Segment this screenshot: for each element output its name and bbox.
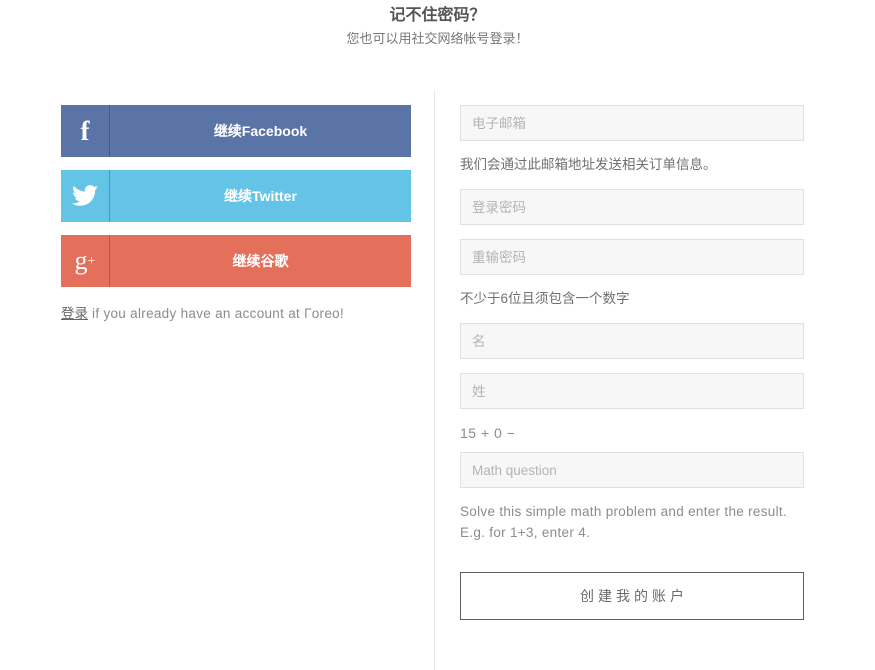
google-plus-icon: g+ <box>61 235 110 287</box>
social-login-column: f 继续Facebook 继续Twitter g+ 继续谷歌 登录 if you… <box>61 105 411 324</box>
password-input[interactable] <box>460 189 804 225</box>
continue-with-facebook-button[interactable]: f 继续Facebook <box>61 105 411 157</box>
math-help-text: Solve this simple math problem and enter… <box>460 504 788 540</box>
last-name-input[interactable] <box>460 373 804 409</box>
math-question-label: 15 + 0 − <box>460 425 516 441</box>
page-header: 记不住密码？ 您也可以用社交网络帐号登录！ <box>0 0 875 48</box>
password-confirm-input[interactable] <box>460 239 804 275</box>
math-answer-input[interactable] <box>460 452 804 488</box>
email-help-text: 我们会通过此邮箱地址发送相关订单信息。 <box>460 157 717 172</box>
email-input[interactable] <box>460 105 804 141</box>
content-columns: f 继续Facebook 继续Twitter g+ 继续谷歌 登录 if you… <box>0 90 875 670</box>
google-plus-sign: + <box>87 254 96 270</box>
facebook-glyph: f <box>80 115 90 146</box>
facebook-button-label: 继续Facebook <box>213 123 308 139</box>
column-divider <box>434 90 435 670</box>
facebook-f-icon: f <box>61 105 110 157</box>
google-g-letter: g <box>74 246 88 275</box>
continue-with-twitter-button[interactable]: 继续Twitter <box>61 170 411 222</box>
existing-account-hint: 登录 if you already have an account at Гor… <box>61 304 411 324</box>
registration-form-column: 我们会通过此邮箱地址发送相关订单信息。 不少于6位且须包含一个数字 15 + 0… <box>460 105 804 620</box>
twitter-bird-icon <box>61 170 110 222</box>
page-subtitle: 您也可以用社交网络帐号登录！ <box>346 31 529 46</box>
continue-with-google-button[interactable]: g+ 继续谷歌 <box>61 235 411 287</box>
create-account-button[interactable]: 创建我的账户 <box>460 572 804 620</box>
google-button-label: 继续谷歌 <box>232 253 289 269</box>
google-glyph: g+ <box>75 248 96 274</box>
twitter-button-label: 继续Twitter <box>224 188 297 204</box>
existing-account-text: if you already have an account at Гoreo! <box>88 306 345 321</box>
first-name-input[interactable] <box>460 323 804 359</box>
login-link[interactable]: 登录 <box>61 306 88 321</box>
page-title: 记不住密码？ <box>389 7 486 24</box>
password-help-text: 不少于6位且须包含一个数字 <box>460 291 630 306</box>
